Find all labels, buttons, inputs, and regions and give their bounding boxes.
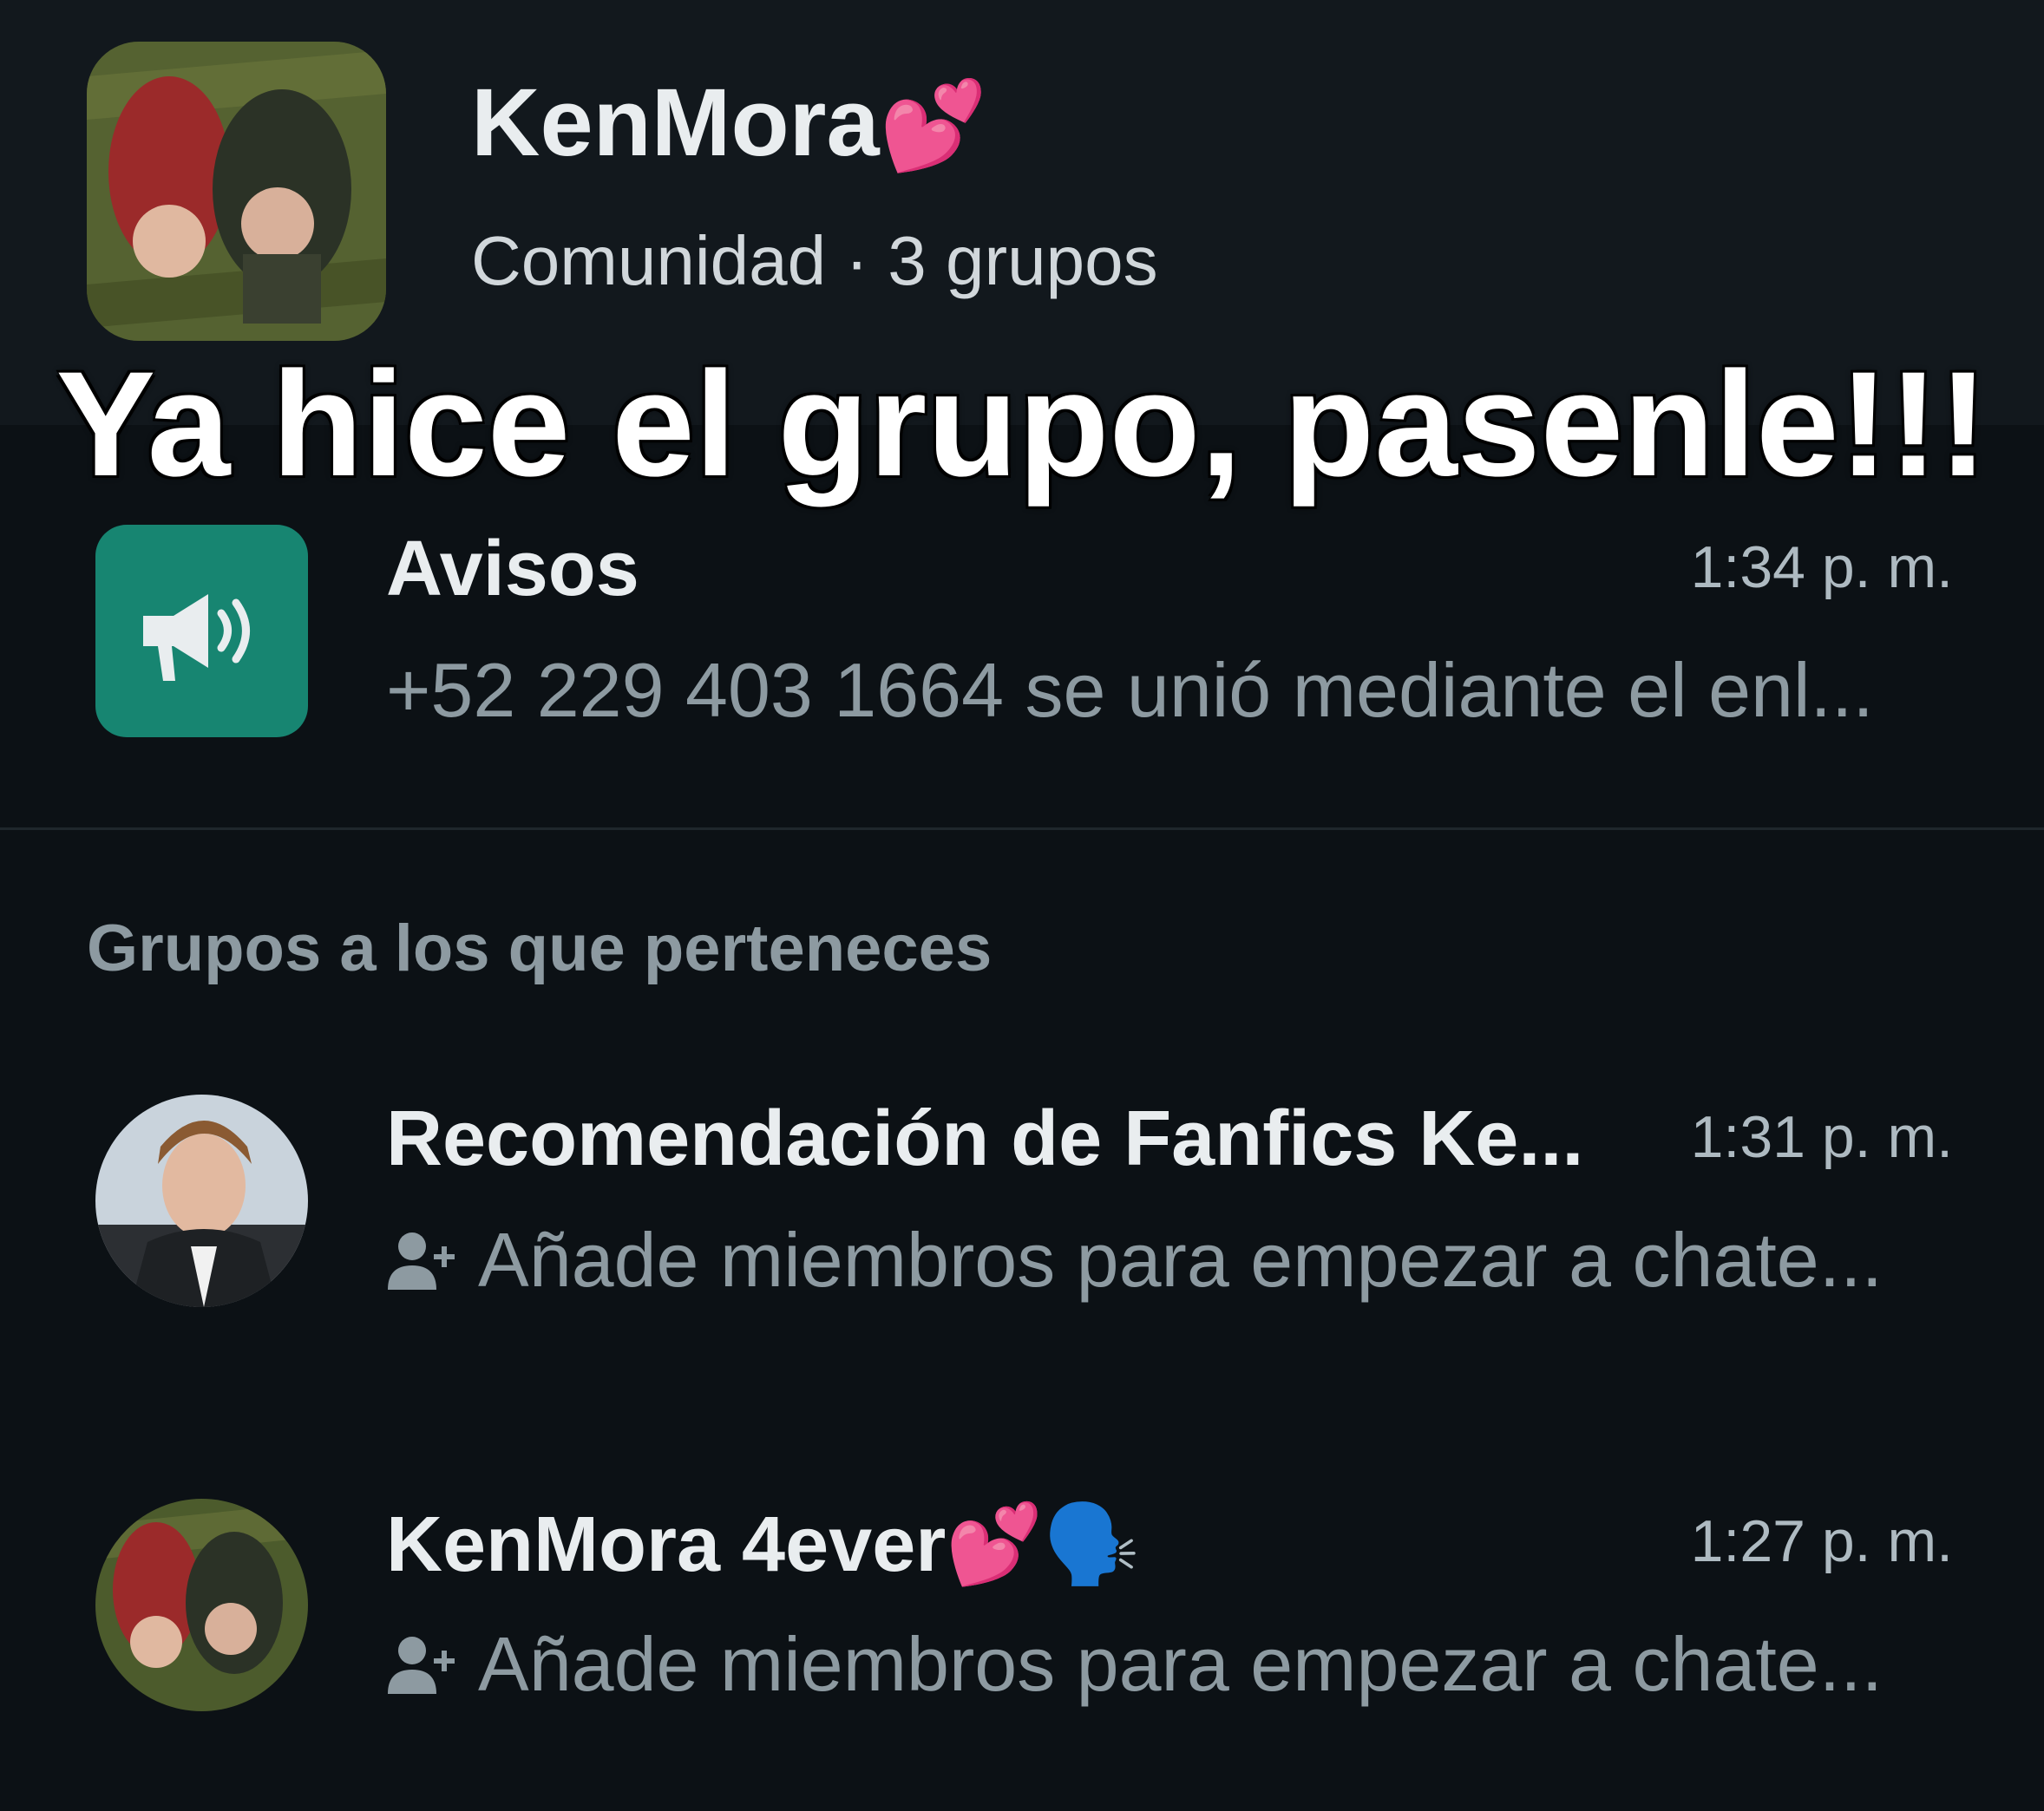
group-title-text: KenMora 4ever [386, 1501, 947, 1588]
group-row[interactable]: Recomendación de Fanfics Ke... 1:31 p. m… [0, 1095, 2044, 1307]
group-time: 1:31 p. m. [1690, 1104, 1953, 1170]
section-divider [0, 827, 2044, 830]
groups-section-label: Grupos a los que perteneces [87, 912, 993, 985]
announcements-avatar [95, 525, 308, 737]
announcements-preview: +52 229 403 1664 se unió mediante el enl… [386, 647, 1874, 733]
community-name-text: KenMora [471, 69, 880, 176]
group-photo-image [95, 1095, 308, 1307]
group-preview-text: Añade miembros para empezar a chate... [478, 1217, 1883, 1303]
group-row[interactable]: KenMora 4ever💕🗣️ 1:27 p. m. Añade miembr… [0, 1499, 2044, 1711]
announcements-title: Avisos [386, 526, 639, 612]
megaphone-icon [143, 594, 250, 681]
announcements-time: 1:34 p. m. [1690, 534, 1953, 600]
group-avatar [95, 1095, 308, 1307]
group-title: KenMora 4ever💕🗣️ [386, 1499, 1601, 1590]
person-add-icon [388, 1637, 455, 1694]
group-preview-text: Añade miembros para empezar a chate... [478, 1621, 1883, 1707]
group-preview: Añade miembros para empezar a chate... [386, 1216, 1930, 1304]
community-name[interactable]: KenMora💕 [471, 68, 987, 178]
person-add-icon [388, 1232, 455, 1290]
two-hearts-emoji: 💕 [879, 77, 988, 174]
group-time: 1:27 p. m. [1690, 1508, 1953, 1574]
group-title: Recomendación de Fanfics Ke... [386, 1095, 1584, 1182]
community-avatar[interactable] [87, 42, 386, 341]
hearts-speaking-emoji: 💕🗣️ [946, 1501, 1141, 1588]
community-photo-image [87, 42, 386, 341]
announcements-row[interactable]: Avisos 1:34 p. m. +52 229 403 1664 se un… [0, 525, 2044, 737]
group-avatar [95, 1499, 308, 1711]
group-photo-image [95, 1499, 308, 1711]
group-preview: Añade miembros para empezar a chate... [386, 1620, 1930, 1709]
overlay-caption: Ya hice el grupo, pasenle!!! [56, 341, 1988, 507]
community-meta: Comunidad · 3 grupos [471, 222, 1158, 299]
